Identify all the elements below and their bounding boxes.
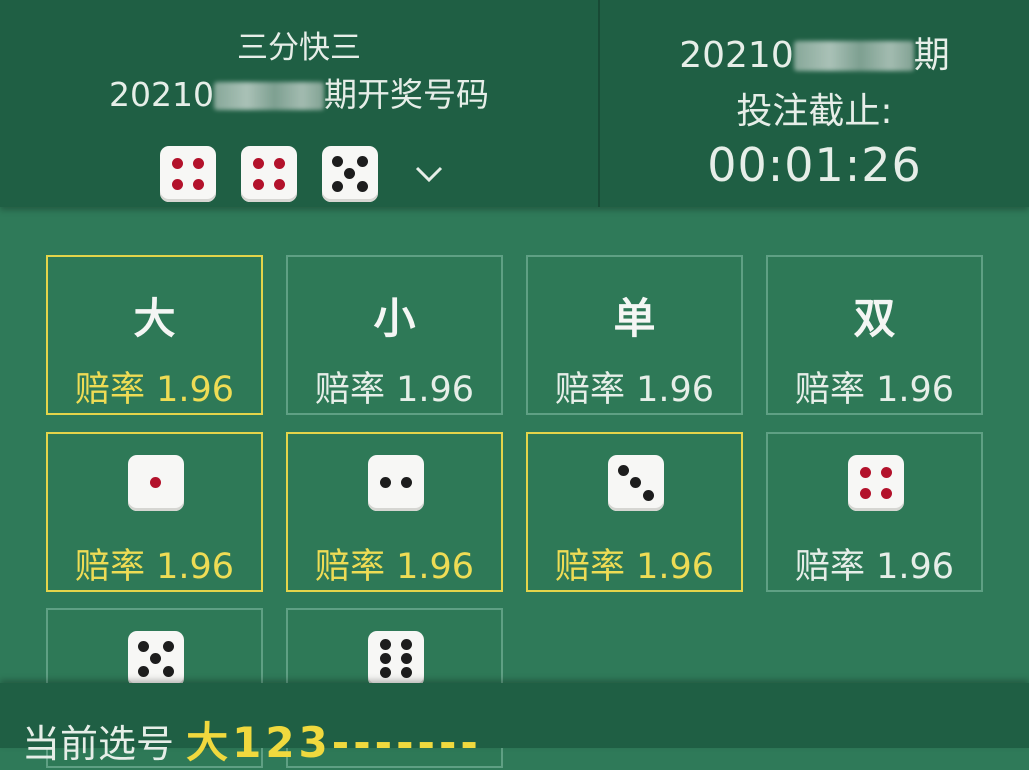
masked-issue-digits: [213, 82, 324, 110]
die-face-2-icon: [368, 455, 424, 511]
die-face-3-icon: [608, 455, 664, 511]
issue-prefix: 20210: [109, 75, 214, 114]
bet-option-odd[interactable]: 单 赔率 1.96: [526, 255, 743, 415]
bet-option-even[interactable]: 双 赔率 1.96: [766, 255, 983, 415]
bet-odds: 赔率 1.96: [314, 370, 475, 410]
result-die-3: [322, 146, 378, 202]
draw-result-dice: [160, 146, 449, 202]
selection-footer: 当前选号 大123-------: [0, 683, 1029, 767]
bet-option-label: 单: [613, 294, 656, 343]
last-draw-panel[interactable]: 三分快三 20210 期开奖号码: [0, 0, 598, 207]
bet-odds: 赔率 1.96: [554, 370, 715, 410]
bet-option-big[interactable]: 大 赔率 1.96: [46, 255, 263, 415]
die-face-5-icon: [128, 631, 184, 687]
countdown-timer: 00:01:26: [707, 138, 922, 192]
bet-odds: 赔率 1.96: [794, 370, 955, 410]
die-face-1-icon: [128, 455, 184, 511]
bet-option-label: 双: [853, 294, 896, 343]
chevron-down-icon[interactable]: [409, 154, 449, 194]
current-selection-label: 当前选号: [22, 722, 175, 766]
result-die-2: [241, 146, 297, 202]
bet-odds: 赔率 1.96: [74, 370, 235, 410]
bet-option-die-1[interactable]: 赔率 1.96: [46, 432, 263, 592]
current-issue-prefix: 20210: [679, 35, 794, 76]
result-die-1: [160, 146, 216, 202]
countdown-panel: 20210 期 投注截止: 00:01:26: [600, 0, 1029, 207]
masked-current-issue-digits: [793, 41, 914, 71]
last-issue-line: 20210 期开奖号码: [0, 68, 598, 116]
bet-option-die-2[interactable]: 赔率 1.96: [286, 432, 503, 592]
current-issue-line: 20210 期: [600, 26, 1029, 78]
die-face-4-icon: [848, 455, 904, 511]
issue-suffix: 期开奖号码: [323, 75, 489, 114]
bet-odds: 赔率 1.96: [554, 547, 715, 587]
bet-option-label: 大: [133, 294, 176, 343]
bet-odds: 赔率 1.96: [794, 547, 955, 587]
bet-odds: 赔率 1.96: [314, 547, 475, 587]
bet-option-small[interactable]: 小 赔率 1.96: [286, 255, 503, 415]
bet-odds: 赔率 1.96: [74, 547, 235, 587]
die-face-6-icon: [368, 631, 424, 687]
bet-option-die-4[interactable]: 赔率 1.96: [766, 432, 983, 592]
bet-option-die-3[interactable]: 赔率 1.96: [526, 432, 743, 592]
current-selection-value: 大123-------: [186, 718, 482, 767]
deadline-label: 投注截止:: [736, 91, 893, 132]
bet-option-label: 小: [373, 294, 416, 343]
draw-header: 三分快三 20210 期开奖号码 20210 期 投注截止: 00:01:26: [0, 0, 1029, 207]
game-name: 三分快三: [237, 30, 361, 66]
current-selection: 当前选号 大123-------: [22, 709, 482, 770]
current-issue-suffix: 期: [913, 35, 950, 76]
